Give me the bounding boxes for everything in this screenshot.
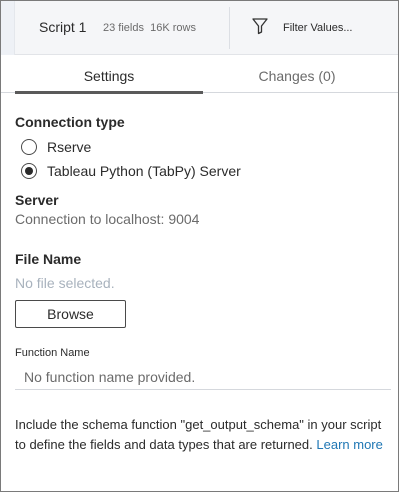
- step-name[interactable]: Script 1: [39, 19, 86, 35]
- function-name-label: Function Name: [15, 347, 90, 359]
- radio-selected-dot: [25, 167, 33, 175]
- radio-tabpy-label: Tableau Python (TabPy) Server: [47, 163, 241, 179]
- connection-type-heading: Connection type: [15, 114, 125, 130]
- radio-rserve-control[interactable]: [21, 139, 37, 155]
- server-heading: Server: [15, 192, 59, 208]
- header-divider: [229, 7, 230, 49]
- function-name-input[interactable]: [15, 364, 391, 390]
- header-side-strip: [1, 1, 15, 55]
- step-header: Script 1 23 fields 16K rows Filter Value…: [1, 1, 398, 55]
- step-summary: 23 fields 16K rows: [103, 22, 196, 34]
- tab-bar: Settings Changes (0): [1, 59, 398, 94]
- browse-button[interactable]: Browse: [15, 300, 126, 328]
- schema-help-text: Include the schema function "get_output_…: [15, 415, 395, 455]
- radio-rserve[interactable]: Rserve: [21, 137, 91, 157]
- server-connection-value: Connection to localhost: 9004: [15, 211, 200, 227]
- filter-icon: [251, 17, 269, 40]
- row-count: 16K rows: [150, 22, 196, 34]
- script-settings-panel: Script 1 23 fields 16K rows Filter Value…: [0, 0, 399, 492]
- filter-values-label: Filter Values...: [283, 22, 353, 34]
- tab-changes[interactable]: Changes (0): [203, 59, 391, 93]
- field-count: 23 fields: [103, 22, 144, 34]
- radio-tabpy-control[interactable]: [21, 163, 37, 179]
- file-name-placeholder: No file selected.: [15, 275, 115, 291]
- learn-more-link[interactable]: Learn more: [316, 437, 382, 452]
- radio-rserve-label: Rserve: [47, 139, 92, 155]
- tab-settings[interactable]: Settings: [15, 59, 203, 94]
- radio-tabpy[interactable]: Tableau Python (TabPy) Server: [21, 161, 241, 181]
- file-name-heading: File Name: [15, 251, 82, 267]
- filter-values-button[interactable]: Filter Values...: [251, 17, 353, 39]
